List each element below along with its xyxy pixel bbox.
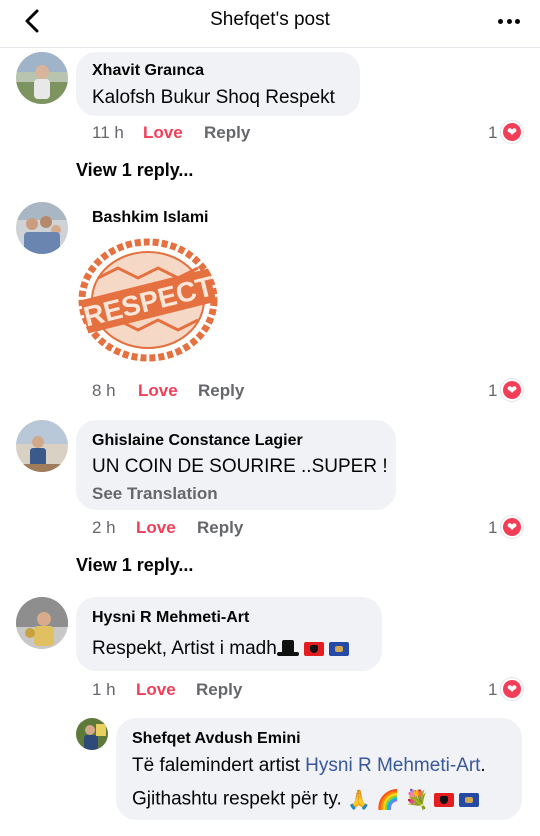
love-button[interactable]: Love [136, 518, 176, 538]
avatar[interactable] [16, 597, 68, 649]
comment-time: 1 h [92, 680, 116, 699]
reply-button[interactable]: Reply [204, 123, 250, 143]
reply-line2-text: Gjithashtu respekt për ty. [132, 788, 342, 810]
rainbow-emoji: 🌈 [376, 789, 400, 811]
bouquet-emoji: 💐 [405, 789, 429, 811]
kosovo-flag [329, 641, 350, 656]
header: Shefqet's post [0, 0, 540, 48]
reply-button[interactable]: Reply [196, 680, 242, 700]
avatar[interactable] [16, 202, 68, 254]
comment-text: Respekt, Artist i madh [92, 638, 350, 660]
albania-flag [433, 792, 454, 807]
commenter-name[interactable]: Ghislaine Constance Lagier [92, 432, 303, 450]
heart-reaction-icon[interactable]: ❤ [501, 678, 523, 700]
commenter-name[interactable]: Bashkim Islami [92, 209, 209, 227]
view-replies-link[interactable]: View 1 reply... [76, 160, 193, 181]
comment-time: 2 h [92, 518, 116, 537]
reply-text-start: Të falemindert artist [132, 755, 306, 776]
avatar[interactable] [16, 52, 68, 104]
comment-text-content: Respekt, Artist i madh [92, 638, 277, 659]
reply-text-end: . [480, 755, 486, 776]
reaction-count[interactable]: 1 [488, 518, 497, 538]
heart-reaction-icon[interactable]: ❤ [501, 121, 523, 143]
commenter-name[interactable]: Shefqet Avdush Emini [132, 730, 301, 748]
love-button[interactable]: Love [136, 680, 176, 700]
pray-emoji: 🙏 [347, 789, 371, 811]
reply-text: Të falemindert artist Hysni R Mehmeti-Ar… [132, 755, 486, 777]
reaction-count[interactable]: 1 [488, 680, 497, 700]
reaction-count[interactable]: 1 [488, 381, 497, 401]
comment-text: UN COIN DE SOURIRE ..SUPER ! [92, 456, 388, 477]
comment-time: 11 h [92, 123, 124, 142]
comment-time: 8 h [92, 381, 116, 400]
view-replies-link[interactable]: View 1 reply... [76, 555, 193, 576]
comment-text: Kalofsh Bukur Shoq Respekt [92, 87, 335, 108]
reply-button[interactable]: Reply [198, 381, 244, 401]
avatar[interactable] [76, 718, 108, 750]
reply-text-line2: Gjithashtu respekt për ty. 🙏 🌈 💐 [132, 788, 480, 811]
see-translation-link[interactable]: See Translation [92, 484, 218, 504]
kosovo-flag [459, 792, 480, 807]
commenter-name[interactable]: Hysni R Mehmeti-Art [92, 609, 249, 627]
heart-reaction-icon[interactable]: ❤ [501, 379, 523, 401]
commenter-name[interactable]: Xhavit Graınca [92, 62, 204, 80]
heart-reaction-icon[interactable]: ❤ [501, 516, 523, 538]
tophat-emoji [276, 639, 299, 658]
albania-flag [304, 641, 325, 656]
reply-button[interactable]: Reply [197, 518, 243, 538]
reaction-count[interactable]: 1 [488, 123, 497, 143]
more-icon[interactable] [498, 16, 520, 26]
love-button[interactable]: Love [138, 381, 178, 401]
page-title: Shefqet's post [210, 9, 330, 30]
mention-link[interactable]: Hysni R Mehmeti-Art [305, 755, 480, 776]
love-button[interactable]: Love [143, 123, 183, 143]
avatar[interactable] [16, 420, 68, 472]
respect-sticker[interactable]: RESPECT [78, 238, 218, 362]
